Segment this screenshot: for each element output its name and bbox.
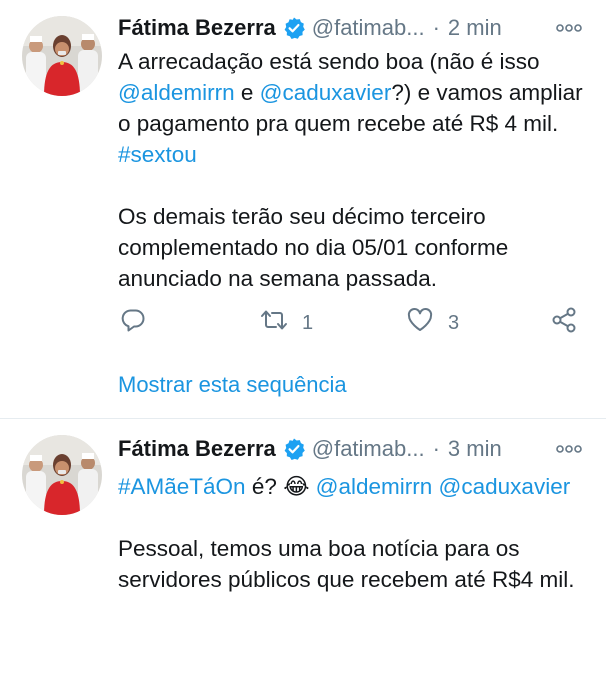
avatar-photo — [22, 16, 102, 96]
more-options-icon[interactable] — [554, 12, 584, 44]
author-handle[interactable]: @fatimab... — [312, 12, 425, 44]
heart-icon — [406, 307, 434, 339]
tweet-text: #AMãeTáOn é? 😂 @aldemirrn @caduxavier Pe… — [118, 471, 588, 595]
tweet-text: A arrecadação está sendo boa (não é isso… — [118, 46, 588, 294]
tweet-header: Fátima Bezerra @fatimab... · 2 min — [118, 12, 584, 44]
tweet-text-segment: é? — [245, 474, 284, 499]
author-display-name[interactable]: Fátima Bezerra — [118, 12, 276, 44]
tweet[interactable]: Fátima Bezerra @fatimab... · 3 min #AMãe… — [0, 419, 606, 679]
reply-icon — [120, 307, 146, 339]
tweet-text-paragraph: Os demais terão seu décimo terceiro comp… — [118, 204, 509, 291]
avatar-photo — [22, 435, 102, 515]
avatar[interactable] — [22, 16, 102, 96]
tweet-text-segment: e — [234, 80, 260, 105]
verified-badge-icon — [282, 16, 306, 40]
separator-dot: · — [432, 436, 440, 461]
tweet-timestamp[interactable]: 3 min — [448, 433, 502, 465]
laughing-emoji: 😂 — [283, 474, 310, 499]
share-button[interactable] — [550, 306, 578, 340]
retweet-count: 1 — [302, 311, 314, 334]
author-handle[interactable]: @fatimab... — [312, 433, 425, 465]
mention-link[interactable]: @caduxavier — [260, 80, 392, 105]
retweet-icon — [260, 307, 288, 339]
share-icon — [550, 306, 578, 340]
tweet[interactable]: Fátima Bezerra @fatimab... · 2 min A arr… — [0, 0, 606, 418]
hashtag-link[interactable]: #AMãeTáOn — [118, 474, 246, 499]
like-button[interactable]: 3 — [406, 306, 459, 340]
tweet-text-paragraph: Pessoal, temos uma boa notícia para os s… — [118, 536, 575, 592]
more-options-icon[interactable] — [554, 433, 584, 465]
mention-link[interactable]: @aldemirrn — [316, 474, 433, 499]
mention-link[interactable]: @aldemirrn — [118, 80, 235, 105]
author-display-name[interactable]: Fátima Bezerra — [118, 433, 276, 465]
avatar[interactable] — [22, 435, 102, 515]
hashtag-link[interactable]: #sextou — [118, 142, 197, 167]
retweet-button[interactable]: 1 — [260, 306, 313, 340]
tweet-actions: 1 3 — [118, 306, 584, 340]
show-thread-link[interactable]: Mostrar esta sequência — [118, 370, 347, 400]
like-count: 3 — [448, 311, 460, 334]
tweet-timestamp[interactable]: 2 min — [448, 12, 502, 44]
tweet-header: Fátima Bezerra @fatimab... · 3 min — [118, 433, 584, 465]
separator-dot: · — [432, 15, 440, 40]
tweet-text-segment: A arrecadação está sendo boa (não é isso — [118, 49, 540, 74]
reply-button[interactable] — [120, 306, 146, 340]
mention-link[interactable]: @caduxavier — [439, 474, 571, 499]
verified-badge-icon — [282, 437, 306, 461]
